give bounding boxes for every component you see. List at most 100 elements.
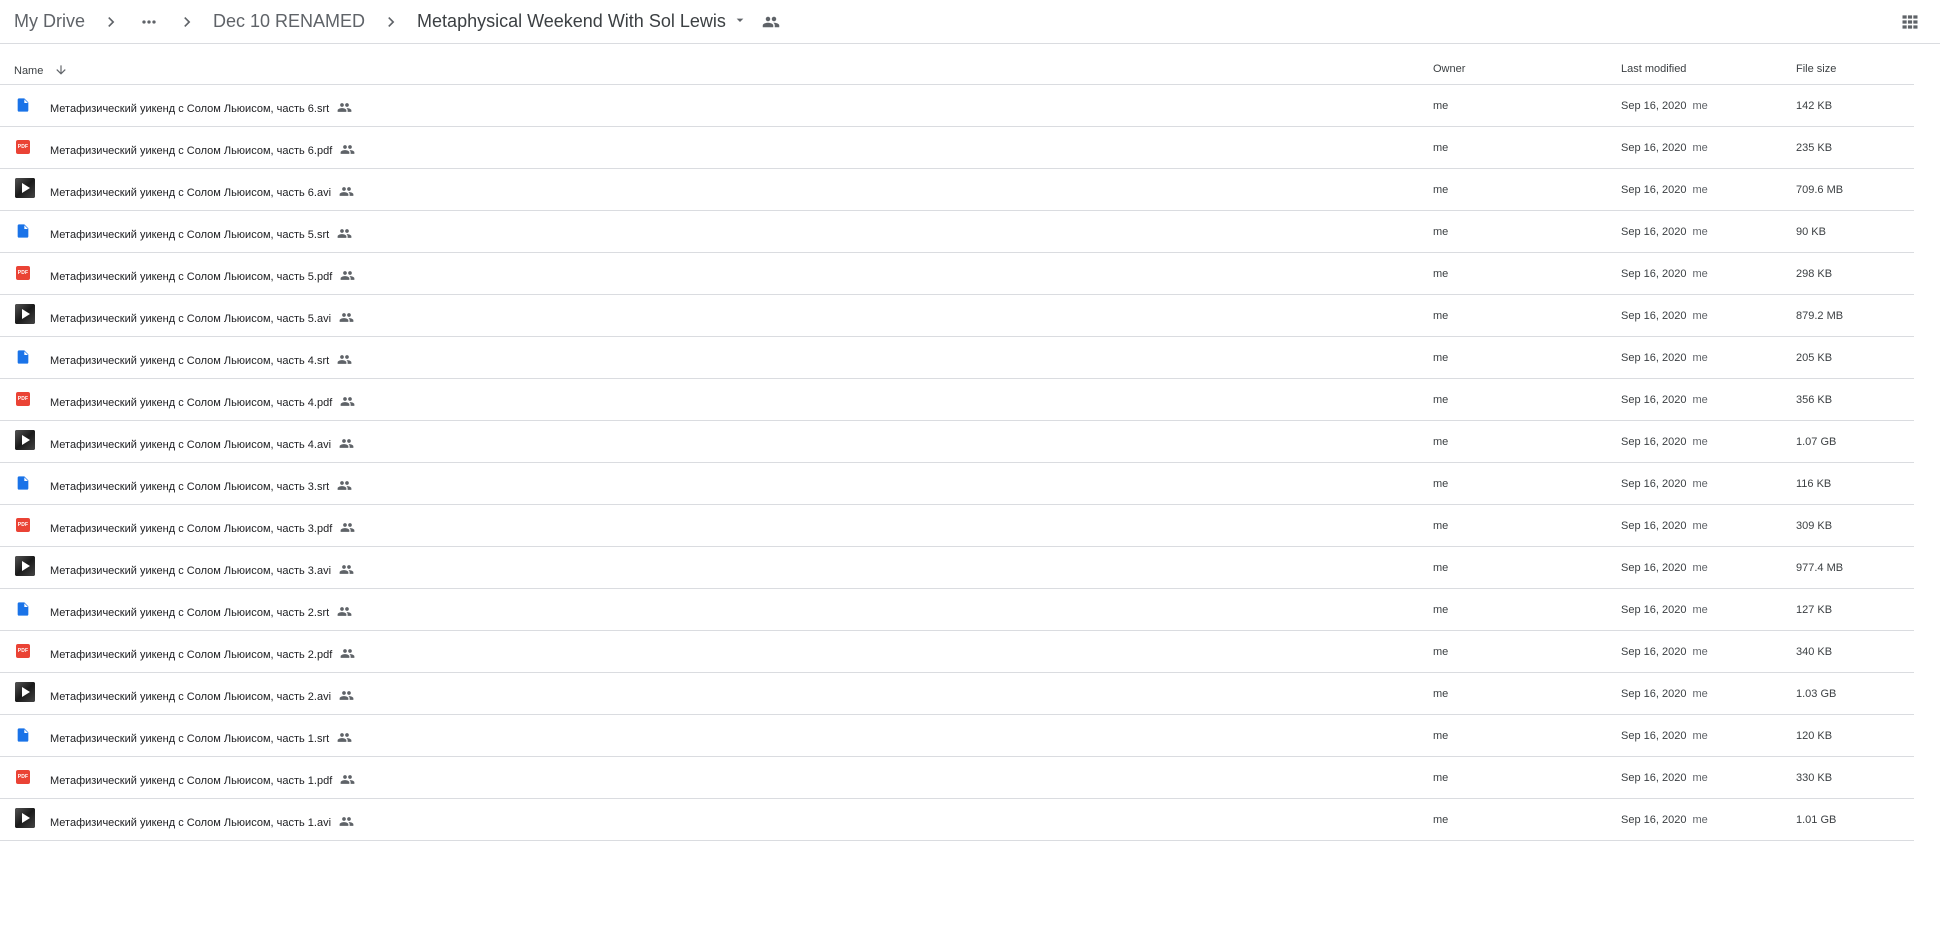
table-row[interactable]: PDF Метафизический уикенд с Солом Льюисо… [0,505,1914,547]
modified-date: Sep 16, 2020 [1621,352,1687,364]
modified-by: me [1692,394,1708,406]
pdf-icon: PDF [15,139,35,159]
modified-by: me [1692,730,1708,742]
owner-cell: me [1433,478,1449,490]
column-header-name[interactable]: Name [14,63,68,77]
table-row[interactable]: Метафизический уикенд с Солом Льюисом, ч… [0,589,1914,631]
people-icon [340,646,355,664]
modified-date: Sep 16, 2020 [1621,184,1687,196]
owner-cell: me [1433,184,1449,196]
breadcrumb-parent-folder[interactable]: Dec 10 RENAMED [213,7,365,36]
table-row[interactable]: PDF Метафизический уикенд с Солом Льюисо… [0,757,1914,799]
file-size-cell: 205 KB [1796,352,1833,364]
breadcrumb-bar: My Drive Dec 10 RENAMED Metaphysical Wee… [0,0,1940,44]
more-horiz-icon[interactable] [137,10,161,34]
last-modified-cell: Sep 16, 2020 me [1621,478,1708,490]
people-icon [340,772,355,790]
modified-by: me [1692,604,1708,616]
file-name-cell: Метафизический уикенд с Солом Льюисом, ч… [50,772,355,790]
google-doc-icon [15,727,35,747]
file-size-cell: 977.4 MB [1796,562,1844,574]
table-row[interactable]: Метафизический уикенд с Солом Льюисом, ч… [0,463,1914,505]
table-row[interactable]: Метафизический уикенд с Солом Льюисом, ч… [0,715,1914,757]
file-size-cell: 340 KB [1796,646,1833,658]
pdf-icon: PDF [15,391,35,411]
pdf-badge: PDF [16,140,30,154]
people-icon [337,100,352,118]
table-row[interactable]: Метафизический уикенд с Солом Льюисом, ч… [0,295,1914,337]
file-name-cell: Метафизический уикенд с Солом Льюисом, ч… [50,142,355,160]
column-header-owner[interactable]: Owner [1433,63,1465,75]
chevron-right-icon [381,12,401,32]
last-modified-cell: Sep 16, 2020 me [1621,394,1708,406]
pdf-icon: PDF [15,265,35,285]
modified-date: Sep 16, 2020 [1621,436,1687,448]
file-size-cell: 1.03 GB [1796,688,1837,700]
table-row[interactable]: PDF Метафизический уикенд с Солом Льюисо… [0,631,1914,673]
owner-cell: me [1433,730,1449,742]
modified-date: Sep 16, 2020 [1621,646,1687,658]
file-name: Метафизический уикенд с Солом Льюисом, ч… [50,439,332,451]
file-size-cell: 330 KB [1796,772,1833,784]
file-name: Метафизический уикенд с Солом Льюисом, ч… [50,145,333,157]
breadcrumb-my-drive[interactable]: My Drive [14,7,85,36]
chevron-right-icon [101,12,121,32]
last-modified-cell: Sep 16, 2020 me [1621,436,1708,448]
video-thumbnail-icon [15,682,35,705]
table-row[interactable]: PDF Метафизический уикенд с Солом Льюисо… [0,127,1914,169]
owner-cell: me [1433,100,1449,112]
file-size-cell: 127 KB [1796,604,1833,616]
table-row[interactable]: Метафизический уикенд с Солом Льюисом, ч… [0,799,1914,841]
last-modified-cell: Sep 16, 2020 me [1621,226,1708,238]
modified-by: me [1692,772,1708,784]
file-name: Метафизический уикенд с Солом Льюисом, ч… [50,607,330,619]
modified-by: me [1692,478,1708,490]
table-row[interactable]: Метафизический уикенд с Солом Льюисом, ч… [0,211,1914,253]
file-name: Метафизический уикенд с Солом Льюисом, ч… [50,817,332,829]
owner-cell: me [1433,604,1449,616]
table-row[interactable]: Метафизический уикенд с Солом Льюисом, ч… [0,85,1914,127]
owner-cell: me [1433,268,1449,280]
owner-cell: me [1433,688,1449,700]
arrow-downward-icon[interactable] [54,63,68,77]
modified-date: Sep 16, 2020 [1621,478,1687,490]
owner-cell: me [1433,562,1449,574]
modified-by: me [1692,520,1708,532]
play-icon [15,304,35,324]
people-icon [339,814,354,832]
owner-cell: me [1433,142,1449,154]
file-size-cell: 356 KB [1796,394,1833,406]
owner-cell: me [1433,352,1449,364]
play-icon [15,556,35,576]
file-name-cell: Метафизический уикенд с Солом Льюисом, ч… [50,814,354,832]
table-row[interactable]: PDF Метафизический уикенд с Солом Льюисо… [0,253,1914,295]
table-row[interactable]: PDF Метафизический уикенд с Солом Льюисо… [0,379,1914,421]
pdf-badge: PDF [16,392,30,406]
last-modified-cell: Sep 16, 2020 me [1621,352,1708,364]
table-row[interactable]: Метафизический уикенд с Солом Льюисом, ч… [0,547,1914,589]
arrow-drop-down-icon[interactable] [732,12,748,33]
owner-cell: me [1433,310,1449,322]
breadcrumb-current-folder[interactable]: Metaphysical Weekend With Sol Lewis [417,7,726,36]
table-row[interactable]: Метафизический уикенд с Солом Льюисом, ч… [0,673,1914,715]
column-header-last-modified[interactable]: Last modified [1621,63,1686,75]
file-rows: Метафизический уикенд с Солом Льюисом, ч… [0,85,1914,841]
modified-by: me [1692,688,1708,700]
file-name: Метафизический уикенд с Солом Льюисом, ч… [50,565,332,577]
file-name: Метафизический уикенд с Солом Льюисом, ч… [50,397,333,409]
file-size-cell: 116 KB [1796,478,1832,490]
table-row[interactable]: Метафизический уикенд с Солом Льюисом, ч… [0,421,1914,463]
file-name-cell: Метафизический уикенд с Солом Льюисом, ч… [50,226,352,244]
modified-by: me [1692,100,1708,112]
table-row[interactable]: Метафизический уикенд с Солом Льюисом, ч… [0,169,1914,211]
modified-date: Sep 16, 2020 [1621,100,1687,112]
people-icon [339,562,354,580]
owner-cell: me [1433,226,1449,238]
file-name: Метафизический уикенд с Солом Льюисом, ч… [50,187,332,199]
column-header-file-size[interactable]: File size [1796,63,1836,75]
last-modified-cell: Sep 16, 2020 me [1621,520,1708,532]
file-name: Метафизический уикенд с Солом Льюисом, ч… [50,775,333,787]
modified-by: me [1692,436,1708,448]
table-row[interactable]: Метафизический уикенд с Солом Льюисом, ч… [0,337,1914,379]
grid-view-icon[interactable] [1898,10,1922,34]
